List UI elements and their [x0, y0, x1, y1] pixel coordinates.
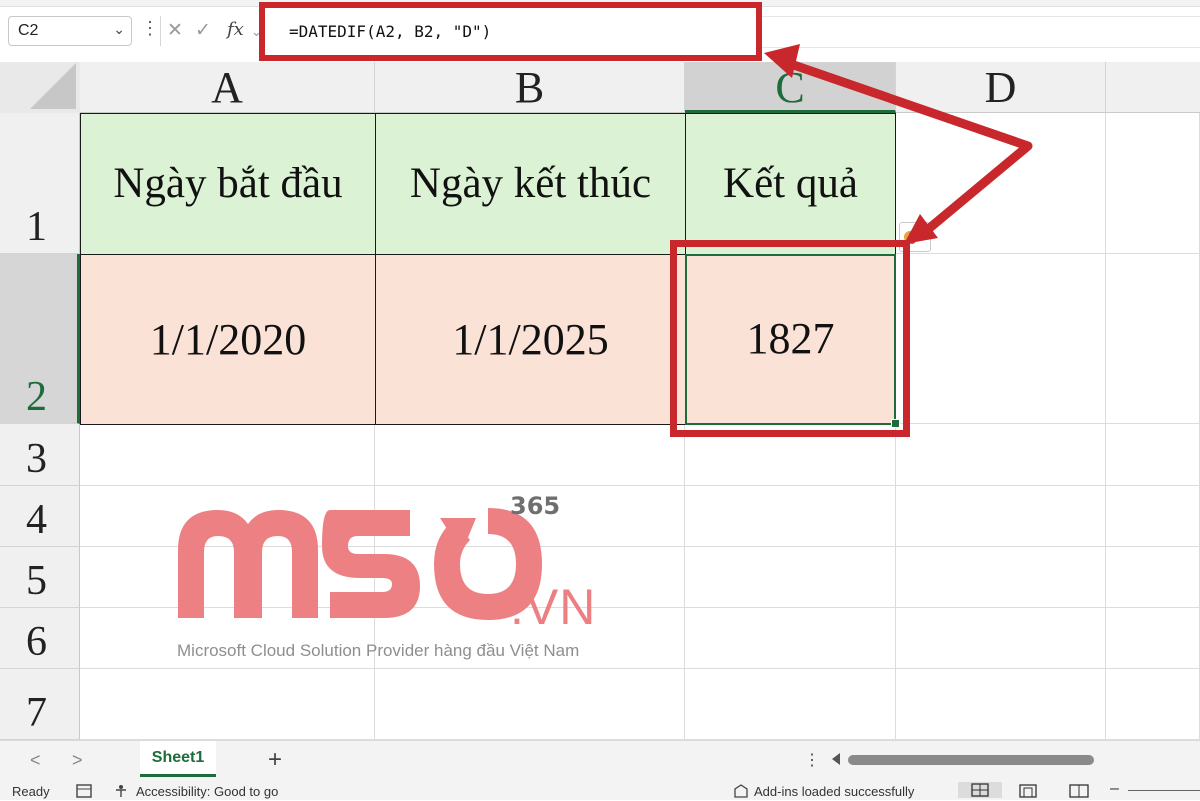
chevron-down-icon[interactable]: ⌄ — [113, 21, 125, 38]
row-number: 1 — [26, 204, 47, 250]
cell-e1[interactable] — [1106, 113, 1200, 254]
ribbon-edge — [0, 0, 1200, 7]
cell-a2[interactable]: 1/1/2020 — [80, 254, 376, 425]
tab-sheet1[interactable]: Sheet1 — [140, 741, 216, 777]
enter-icon[interactable]: ✓ — [195, 19, 211, 42]
cell-d5[interactable] — [896, 547, 1106, 608]
name-box-value: C2 — [18, 22, 39, 39]
sheet-tabs-bar: < > Sheet1 + ⋮ — [0, 740, 1200, 781]
accessibility-status[interactable]: Accessibility: Good to go — [136, 784, 278, 799]
cell-mode-icon[interactable] — [76, 784, 92, 801]
watermark-tagline: Microsoft Cloud Solution Provider hàng đ… — [177, 641, 580, 660]
row-number: 5 — [26, 558, 47, 604]
more-options-icon[interactable]: ⋮ — [141, 18, 159, 39]
column-header-b[interactable]: B — [375, 62, 685, 113]
column-header-a[interactable]: A — [80, 62, 375, 113]
column-header-c[interactable]: C — [685, 62, 896, 113]
row-header-6[interactable]: 6 — [0, 608, 80, 669]
formula-input[interactable]: =DATEDIF(A2, B2, "D") — [272, 16, 752, 46]
formula-input-extension[interactable] — [760, 16, 1200, 48]
formula-text: =DATEDIF(A2, B2, "D") — [289, 22, 492, 41]
cell-d6[interactable] — [896, 608, 1106, 669]
row-header-3[interactable]: 3 — [0, 424, 80, 486]
row-number: 2 — [26, 374, 47, 420]
row-number: 7 — [26, 690, 47, 736]
row-header-4[interactable]: 4 — [0, 486, 80, 547]
select-all-corner[interactable] — [0, 62, 80, 113]
watermark-365: 365 — [510, 492, 561, 520]
row-header-2[interactable]: 2 — [0, 254, 80, 424]
cell-d3[interactable] — [896, 424, 1106, 486]
cell-e6[interactable] — [1106, 608, 1200, 669]
cell-e3[interactable] — [1106, 424, 1200, 486]
watermark-vn: .VN — [510, 579, 597, 635]
row-header-7[interactable]: 7 — [0, 669, 80, 740]
cell-c7[interactable] — [685, 669, 896, 740]
row-header-1[interactable]: 1 — [0, 113, 80, 254]
status-bar: Ready Accessibility: Good to go Add-ins … — [0, 780, 1200, 800]
cell-c6[interactable] — [685, 608, 896, 669]
cell-e7[interactable] — [1106, 669, 1200, 740]
cell-e5[interactable] — [1106, 547, 1200, 608]
insert-function-icon[interactable]: fx — [227, 19, 244, 40]
cell-c1[interactable]: Kết quả — [685, 113, 896, 255]
cell-c5[interactable] — [685, 547, 896, 608]
cell-c2[interactable]: 1827 — [685, 254, 896, 425]
accessibility-icon[interactable] — [114, 784, 132, 801]
cancel-icon[interactable]: ✕ — [167, 19, 183, 42]
cell-d2[interactable] — [896, 254, 1106, 424]
cell-b3[interactable] — [375, 424, 685, 486]
fill-handle[interactable] — [891, 419, 900, 428]
quick-analysis-icon[interactable] — [899, 222, 931, 252]
row-number: 6 — [26, 619, 47, 665]
cell-e4[interactable] — [1106, 486, 1200, 547]
status-ready: Ready — [12, 784, 50, 799]
next-sheet-icon[interactable]: > — [72, 750, 83, 771]
formula-bar: C2 ⌄ ⋮ ✕ ✓ fx ⌄ =DATEDIF(A2, B2, "D") — [0, 0, 1200, 62]
row-number: 3 — [26, 436, 47, 482]
add-sheet-icon[interactable]: + — [268, 746, 282, 774]
column-header-d[interactable]: D — [896, 62, 1106, 113]
row-header-5[interactable]: 5 — [0, 547, 80, 608]
cell-c3[interactable] — [685, 424, 896, 486]
cell-b2[interactable]: 1/1/2025 — [375, 254, 686, 425]
cell-d7[interactable] — [896, 669, 1106, 740]
normal-view-button[interactable] — [958, 782, 1002, 798]
formula-buttons: ✕ ✓ fx ⌄ — [160, 16, 262, 46]
page-break-view-icon[interactable] — [1068, 784, 1090, 801]
horizontal-scrollbar[interactable] — [848, 755, 1094, 765]
cell-a1[interactable]: Ngày bắt đầu — [80, 113, 376, 255]
column-header-e[interactable] — [1106, 62, 1200, 113]
scroll-left-icon[interactable] — [832, 753, 840, 765]
cell-d4[interactable] — [896, 486, 1106, 547]
spreadsheet-grid: A B C D 1 2 3 4 5 6 7 Ngày bắt đầu Ngày … — [0, 62, 1200, 740]
more-options-icon[interactable]: ⋮ — [804, 750, 820, 770]
cell-b1[interactable]: Ngày kết thúc — [375, 113, 686, 255]
prev-sheet-icon[interactable]: < — [30, 750, 41, 771]
addins-icon — [732, 784, 750, 801]
addins-status: Add-ins loaded successfully — [754, 784, 915, 799]
cell-c4[interactable] — [685, 486, 896, 547]
cell-a4[interactable] — [80, 486, 375, 547]
chevron-down-icon[interactable]: ⌄ — [251, 24, 262, 40]
cell-e2[interactable] — [1106, 254, 1200, 424]
cell-b7[interactable] — [375, 669, 685, 740]
name-box[interactable]: C2 ⌄ — [8, 16, 132, 46]
cell-a3[interactable] — [80, 424, 375, 486]
zoom-out-icon[interactable]: – — [1110, 780, 1119, 798]
zoom-slider[interactable] — [1128, 790, 1200, 791]
cell-a7[interactable] — [80, 669, 375, 740]
page-layout-view-icon[interactable] — [1018, 784, 1038, 801]
row-number: 4 — [26, 497, 47, 543]
cell-a5[interactable] — [80, 547, 375, 608]
